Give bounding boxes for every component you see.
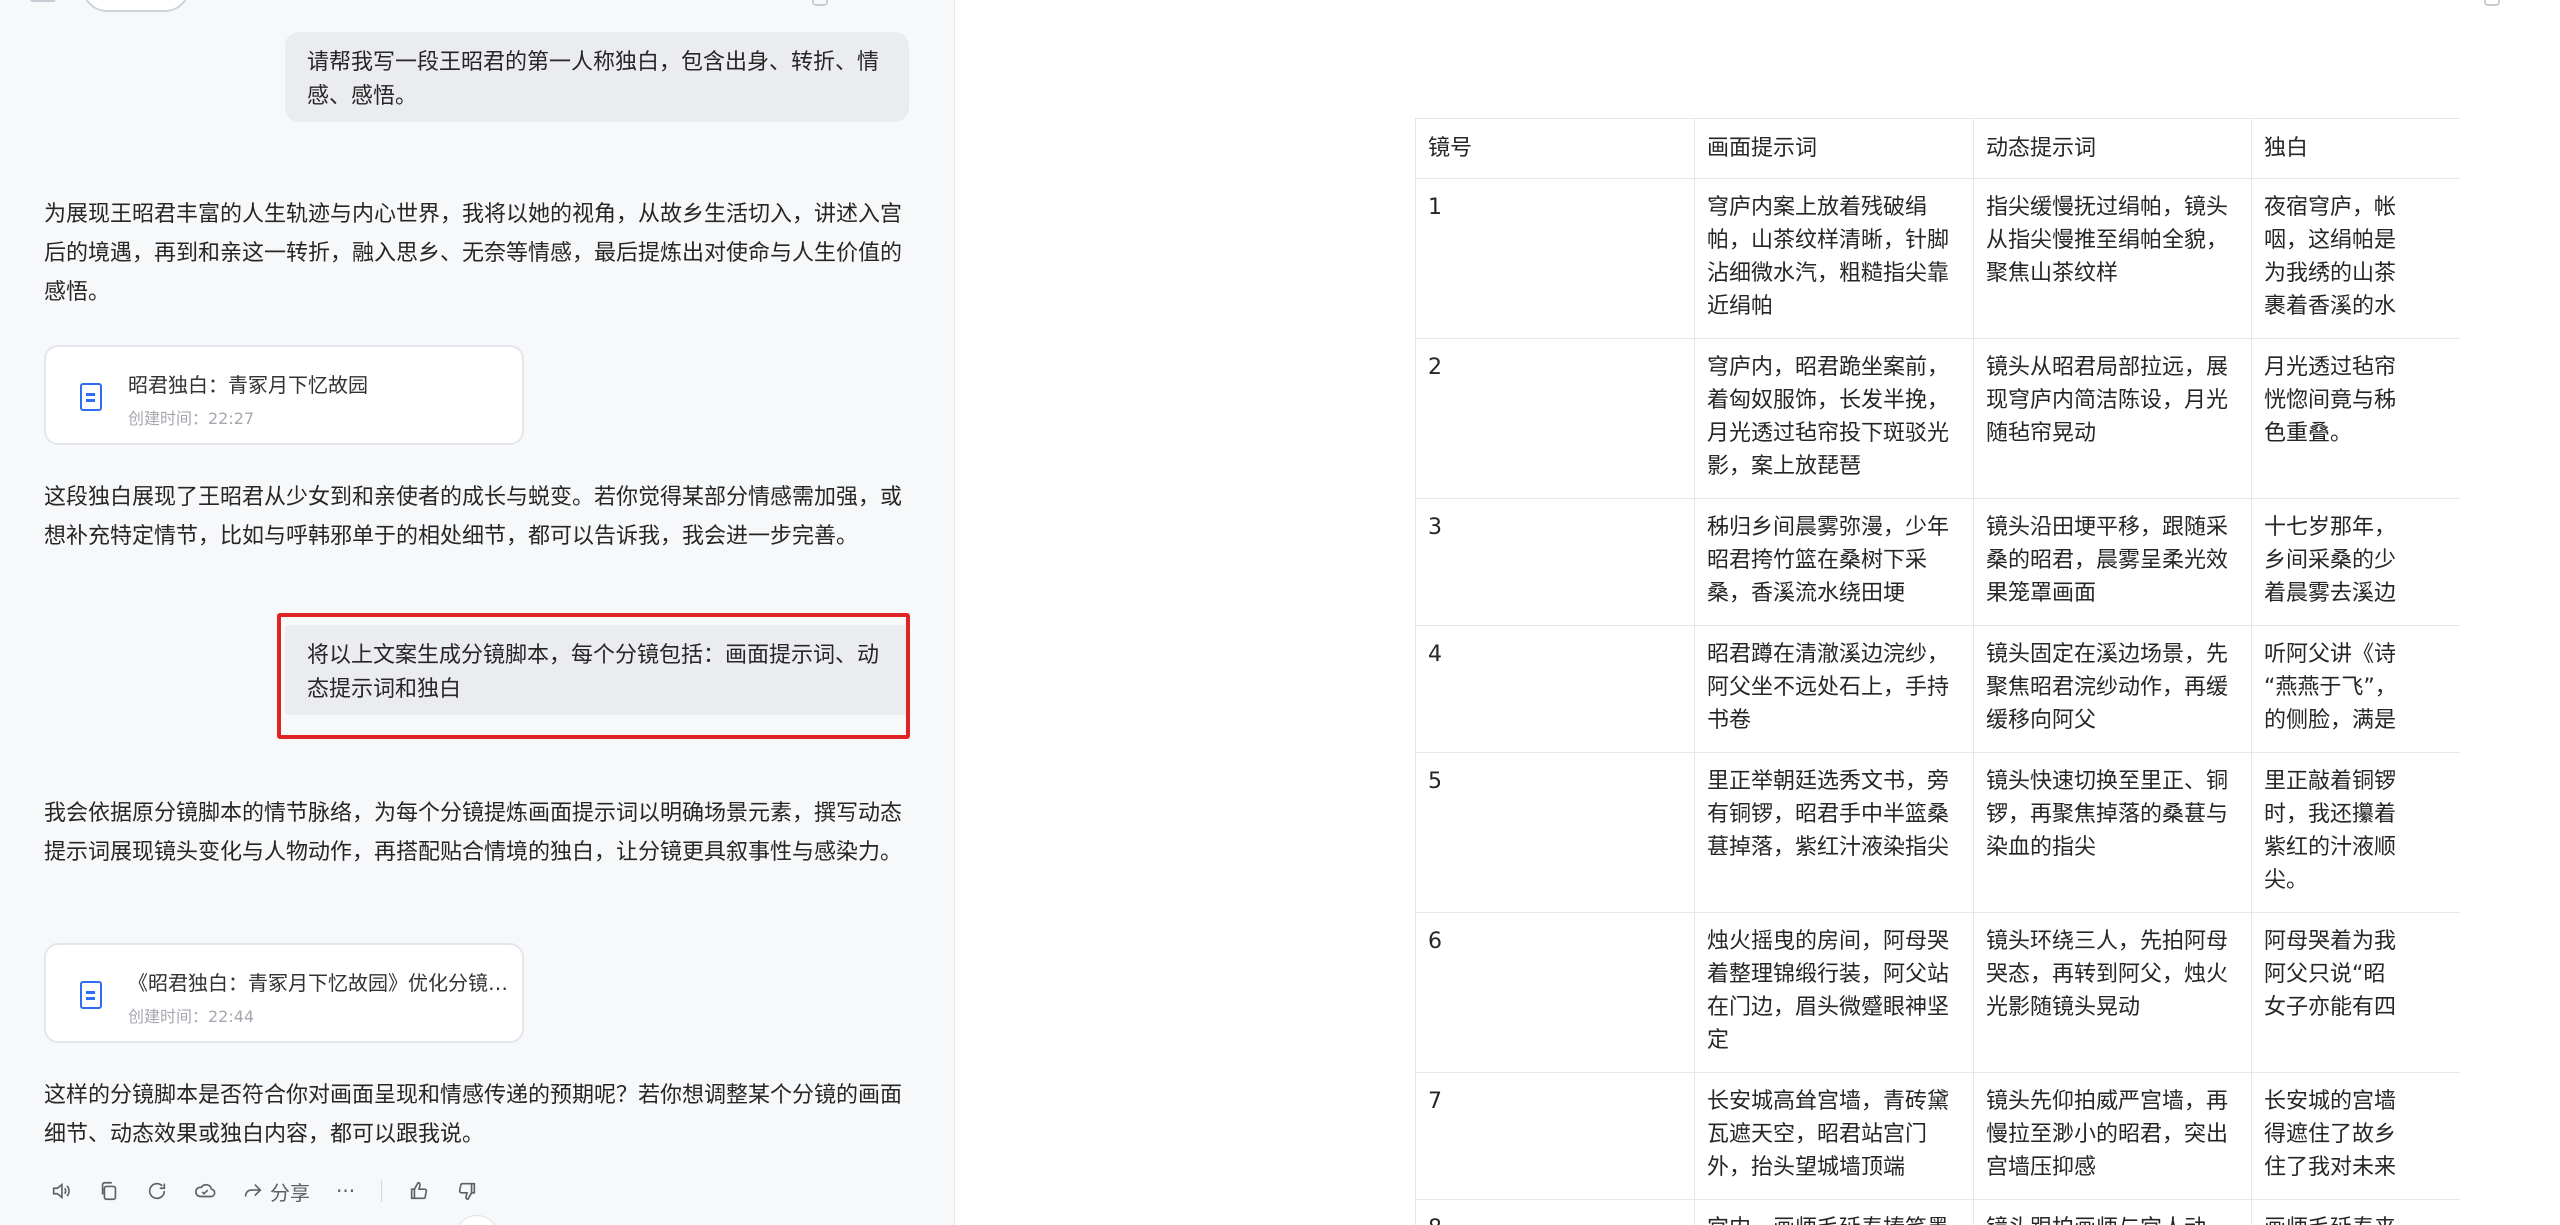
cell-shot-number: 1 bbox=[1415, 178, 1695, 339]
cell-monologue: 夜宿穹庐，帐 咽，这绢帕是 为我绣的山茶 裹着香溪的水 bbox=[2251, 178, 2460, 339]
table-row: 8宫内，画师毛延寿捧笔墨镜头跟拍画师与宫人动画师毛延寿来 bbox=[1415, 1199, 2460, 1225]
document-icon bbox=[80, 383, 102, 411]
table-header-row: 镜号 画面提示词 动态提示词 独白 bbox=[1415, 118, 2460, 179]
cell-monologue: 里正敲着铜锣 时，我还攥着 紫红的汁液顺 尖。 bbox=[2251, 752, 2460, 913]
cell-visual-prompt: 长安城高耸宫墙，青砖黛瓦遮天空，昭君站宫门外，抬头望城墙顶端 bbox=[1694, 1072, 1974, 1200]
highlight-annotation bbox=[277, 613, 910, 739]
document-card-title: 昭君独白：青冢月下忆故园 bbox=[128, 373, 368, 397]
document-card-time: 创建时间：22:27 bbox=[128, 409, 255, 428]
cell-motion-prompt: 镜头固定在溪边场景，先聚焦昭君浣纱动作，再缓缓移向阿父 bbox=[1973, 625, 2252, 753]
cell-shot-number: 3 bbox=[1415, 498, 1695, 626]
cell-visual-prompt: 里正举朝廷选秀文书，旁有铜锣，昭君手中半篮桑葚掉落，紫红汁液染指尖 bbox=[1694, 752, 1974, 913]
cell-visual-prompt: 秭归乡间晨雾弥漫，少年昭君挎竹篮在桑树下采桑，香溪流水绕田埂 bbox=[1694, 498, 1974, 626]
header-motion-prompt: 动态提示词 bbox=[1973, 118, 2252, 179]
share-button[interactable]: 分享 bbox=[242, 1177, 310, 1205]
assistant-message: 我会依据原分镜脚本的情节脉络，为每个分镜提炼画面提示词以明确场景元素，撰写动态提… bbox=[44, 801, 903, 865]
cell-visual-prompt: 昭君蹲在清澈溪边浣纱，阿父坐不远处石上，手持书卷 bbox=[1694, 625, 1974, 753]
divider bbox=[381, 1180, 383, 1202]
table-row: 2 穹庐内，昭君跪坐案前，着匈奴服饰，长发半挽，月光透过毡帘投下斑驳光影，案上放琵… bbox=[1415, 338, 2460, 499]
window-control-icon[interactable] bbox=[812, 0, 828, 6]
app-window: 请帮我写一段王昭君的第一人称独白，包含出身、转折、情感、感悟。 为展现王昭君丰富… bbox=[0, 0, 2560, 1225]
cell-monologue: 画师毛延寿来 bbox=[2251, 1199, 2460, 1225]
assistant-message: 为展现王昭君丰富的人生轨迹与内心世界，我将以她的视角，从故乡生活切入，讲述入宫后… bbox=[44, 202, 903, 305]
scroll-down-button[interactable] bbox=[455, 1215, 499, 1225]
cell-motion-prompt: 镜头环绕三人，先拍阿母哭态，再转到阿父，烛火光影随镜头晃动 bbox=[1973, 912, 2252, 1073]
refresh-icon[interactable] bbox=[146, 1177, 168, 1205]
cell-monologue: 十七岁那年， 乡间采桑的少 着晨雾去溪边 bbox=[2251, 498, 2460, 626]
more-icon[interactable]: ··· bbox=[336, 1177, 355, 1205]
cell-motion-prompt: 指尖缓慢抚过绢帕，镜头从指尖慢推至绢帕全貌，聚焦山茶纹样 bbox=[1973, 178, 2252, 339]
assistant-message: 这样的分镜脚本是否符合你对画面呈现和情感传递的预期呢？若你想调整某个分镜的画面细… bbox=[44, 1083, 903, 1147]
thumbs-up-icon[interactable] bbox=[408, 1177, 430, 1205]
cell-shot-number: 2 bbox=[1415, 338, 1695, 499]
cell-motion-prompt: 镜头跟拍画师与宫人动 bbox=[1973, 1199, 2252, 1225]
document-card[interactable]: 《昭君独白：青冢月下忆故园》优化分镜脚本 创建时间：22:44 bbox=[44, 943, 524, 1043]
document-panel: 镜号 画面提示词 动态提示词 独白 1 穹庐内案上放着残破绢帕，山茶纹样清晰，针脚… bbox=[956, 0, 2560, 1225]
window-control-icon[interactable] bbox=[2484, 0, 2500, 6]
copy-icon[interactable] bbox=[98, 1177, 120, 1205]
cell-visual-prompt: 穹庐内，昭君跪坐案前，着匈奴服饰，长发半挽，月光透过毡帘投下斑驳光影，案上放琵琶 bbox=[1694, 338, 1974, 499]
thumbs-down-icon[interactable] bbox=[456, 1177, 478, 1205]
cell-shot-number: 4 bbox=[1415, 625, 1695, 753]
header-shot-number: 镜号 bbox=[1415, 118, 1695, 179]
share-label: 分享 bbox=[270, 1180, 310, 1205]
cell-shot-number: 8 bbox=[1415, 1199, 1695, 1225]
cell-motion-prompt: 镜头从昭君局部拉远，展现穹庐内简洁陈设，月光随毡帘晃动 bbox=[1973, 338, 2252, 499]
document-card[interactable]: 昭君独白：青冢月下忆故园 创建时间：22:27 bbox=[44, 345, 524, 445]
storyboard-table-container[interactable]: 镜号 画面提示词 动态提示词 独白 1 穹庐内案上放着残破绢帕，山茶纹样清晰，针脚… bbox=[1415, 118, 2460, 1225]
speaker-icon[interactable] bbox=[50, 1177, 72, 1205]
cell-motion-prompt: 镜头先仰拍威严宫墙，再慢拉至渺小的昭君，突出宫墙压抑感 bbox=[1973, 1072, 2252, 1200]
table-row: 4 昭君蹲在清澈溪边浣纱，阿父坐不远处石上，手持书卷 镜头固定在溪边场景，先聚焦昭君… bbox=[1415, 625, 2460, 753]
header-monologue: 独白 bbox=[2251, 118, 2460, 179]
message-actions: 分享 ··· bbox=[50, 1176, 478, 1206]
document-icon bbox=[80, 981, 102, 1009]
table-row: 3 秭归乡间晨雾弥漫，少年昭君挎竹篮在桑树下采桑，香溪流水绕田埂 镜头沿田埂平移，跟… bbox=[1415, 498, 2460, 626]
table-row: 6 烛火摇曳的房间，阿母哭着整理锦缎行装，阿父站在门边，眉头微蹙眼神坚定 镜头环绕三… bbox=[1415, 912, 2460, 1073]
new-chat-button[interactable] bbox=[82, 0, 190, 12]
chat-panel: 请帮我写一段王昭君的第一人称独白，包含出身、转折、情感、感悟。 为展现王昭君丰富… bbox=[0, 0, 955, 1225]
table-row: 1 穹庐内案上放着残破绢帕，山茶纹样清晰，针脚沾细微水汽，粗糙指尖靠近绢帕 指尖缓慢… bbox=[1415, 178, 2460, 339]
cell-shot-number: 6 bbox=[1415, 912, 1695, 1073]
storyboard-table: 镜号 画面提示词 动态提示词 独白 1 穹庐内案上放着残破绢帕，山茶纹样清晰，针脚… bbox=[1415, 118, 2460, 1225]
cell-monologue: 月光透过毡帘 恍惚间竟与秭 色重叠。 bbox=[2251, 338, 2460, 499]
cell-monologue: 长安城的宫墙 得遮住了故乡 住了我对未来 bbox=[2251, 1072, 2460, 1200]
cell-visual-prompt: 穹庐内案上放着残破绢帕，山茶纹样清晰，针脚沾细微水汽，粗糙指尖靠近绢帕 bbox=[1694, 178, 1974, 339]
cell-visual-prompt: 烛火摇曳的房间，阿母哭着整理锦缎行装，阿父站在门边，眉头微蹙眼神坚定 bbox=[1694, 912, 1974, 1073]
table-row: 5 里正举朝廷选秀文书，旁有铜锣，昭君手中半篮桑葚掉落，紫红汁液染指尖 镜头快速切换… bbox=[1415, 752, 2460, 913]
table-row: 7 长安城高耸宫墙，青砖黛瓦遮天空，昭君站宫门外，抬头望城墙顶端 镜头先仰拍威严宫墙… bbox=[1415, 1072, 2460, 1200]
cell-shot-number: 5 bbox=[1415, 752, 1695, 913]
document-card-title: 《昭君独白：青冢月下忆故园》优化分镜脚本 bbox=[128, 971, 508, 995]
cell-monologue: 阿母哭着为我 阿父只说“昭 女子亦能有四 bbox=[2251, 912, 2460, 1073]
check-cloud-icon[interactable] bbox=[194, 1177, 216, 1205]
document-card-time: 创建时间：22:44 bbox=[128, 1007, 255, 1026]
cell-motion-prompt: 镜头快速切换至里正、铜锣，再聚焦掉落的桑葚与染血的指尖 bbox=[1973, 752, 2252, 913]
cell-monologue: 听阿父讲《诗 “燕燕于飞”， 的侧脸，满是 bbox=[2251, 625, 2460, 753]
header-visual-prompt: 画面提示词 bbox=[1694, 118, 1974, 179]
share-icon bbox=[244, 1183, 262, 1197]
cell-visual-prompt: 宫内，画师毛延寿捧笔墨 bbox=[1694, 1199, 1974, 1225]
cell-shot-number: 7 bbox=[1415, 1072, 1695, 1200]
assistant-message: 这段独白展现了王昭君从少女到和亲使者的成长与蜕变。若你觉得某部分情感需加强，或想… bbox=[44, 485, 903, 549]
cell-motion-prompt: 镜头沿田埂平移，跟随采桑的昭君，晨雾呈柔光效果笼罩画面 bbox=[1973, 498, 2252, 626]
user-message: 请帮我写一段王昭君的第一人称独白，包含出身、转折、情感、感悟。 bbox=[285, 32, 909, 122]
menu-icon[interactable] bbox=[30, 0, 56, 2]
